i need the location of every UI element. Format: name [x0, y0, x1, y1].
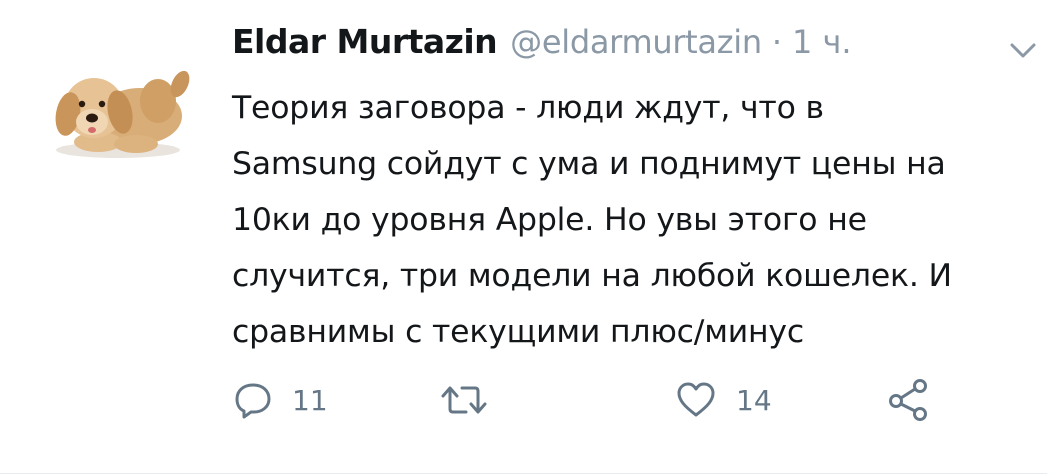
tweet-text-line: случится, три модели на любой кошелек. И — [232, 258, 952, 294]
author-handle[interactable]: @eldarmurtazin — [510, 23, 762, 61]
author-name[interactable]: Eldar Murtazin — [232, 22, 498, 61]
share-icon — [889, 379, 927, 421]
reply-count: 11 — [292, 383, 328, 417]
like-count: 14 — [736, 383, 772, 417]
avatar[interactable] — [40, 46, 190, 166]
tweet-text-line: сравнимы с текущими плюс/минус — [232, 314, 804, 350]
heart-icon — [677, 382, 715, 417]
separator-dot: · — [771, 23, 782, 61]
tweet[interactable]: Eldar Murtazin @eldarmurtazin · 1 ч. Тео… — [0, 0, 1047, 474]
tweet-menu-button[interactable] — [1006, 38, 1040, 62]
retweet-button[interactable] — [438, 370, 508, 430]
share-button[interactable] — [886, 370, 932, 430]
tweet-text: Теория заговора - люди ждут, что в Samsu… — [232, 80, 1042, 360]
chevron-down-icon — [1010, 43, 1036, 58]
tweet-text-line: Samsung сойдут с ума и поднимут цены на — [232, 146, 946, 182]
tweet-text-line: Теория заговора - люди ждут, что в — [232, 90, 824, 126]
tweet-header: Eldar Murtazin @eldarmurtazin · 1 ч. — [232, 22, 852, 68]
plush-dog-avatar — [55, 70, 190, 158]
tweet-actions: 11 14 — [232, 370, 1022, 430]
like-button[interactable]: 14 — [674, 370, 772, 430]
tweet-text-line: 10ки до уровня Apple. Но увы этого не — [232, 202, 867, 238]
reply-icon — [235, 383, 271, 419]
tweet-timestamp[interactable]: 1 ч. — [792, 23, 852, 61]
reply-button[interactable]: 11 — [232, 370, 328, 430]
retweet-icon — [441, 386, 487, 414]
